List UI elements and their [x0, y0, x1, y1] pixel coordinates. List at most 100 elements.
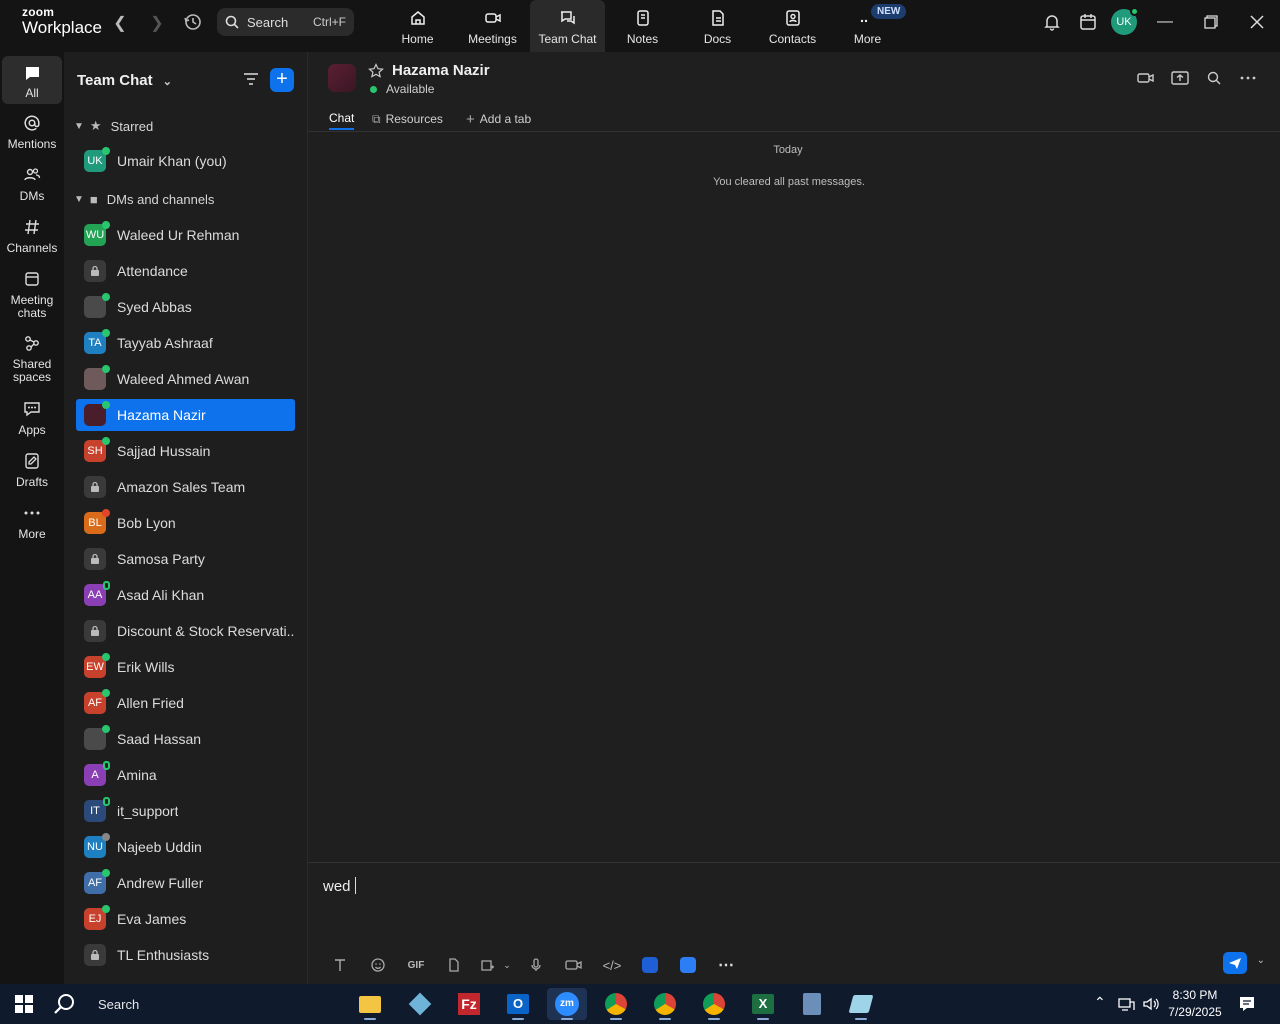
send-button[interactable] — [1223, 952, 1247, 974]
restore-button[interactable] — [1188, 15, 1234, 29]
nav-contacts[interactable]: Contacts — [755, 0, 830, 52]
emoji-icon[interactable] — [359, 955, 397, 975]
star-outline-icon[interactable] — [368, 63, 384, 79]
starred-item[interactable]: UK Umair Khan (you) — [76, 145, 295, 177]
user-avatar-button[interactable]: UK — [1106, 7, 1142, 35]
nav-meetings[interactable]: Meetings — [455, 0, 530, 52]
dm-item[interactable]: Syed Abbas — [76, 291, 295, 323]
top-right-icons: UK — — [1034, 0, 1280, 44]
format-text-icon[interactable] — [321, 955, 359, 975]
volume-icon[interactable] — [1142, 996, 1160, 1012]
dm-item[interactable]: Samosa Party — [76, 543, 295, 575]
taskbar-search[interactable]: Search — [52, 984, 139, 1024]
send-options-icon[interactable]: ⌄ — [1257, 955, 1265, 966]
outlook-icon[interactable]: O — [498, 988, 538, 1020]
chrome-profile2-icon[interactable] — [694, 988, 734, 1020]
minimize-button[interactable]: — — [1142, 13, 1188, 31]
share-screen-icon[interactable] — [1170, 68, 1190, 88]
dm-item[interactable]: BL Bob Lyon — [76, 507, 295, 539]
zoom-app-icon[interactable] — [669, 955, 707, 975]
video-message-icon[interactable] — [555, 955, 593, 975]
contact-name: Hazama Nazir — [117, 407, 206, 423]
dm-item[interactable]: IT it_support — [76, 795, 295, 827]
rail-channels[interactable]: Channels — [2, 218, 62, 262]
message-composer[interactable]: wed GIF ⌄ </> ⋯ ⌄ — [308, 862, 1280, 984]
microphone-icon[interactable] — [517, 955, 555, 975]
rail-dms[interactable]: DMs — [2, 166, 62, 210]
app-shortcut-icon[interactable] — [631, 955, 669, 975]
dm-item[interactable]: TA Tayyab Ashraaf — [76, 327, 295, 359]
rail-apps[interactable]: Apps — [2, 400, 62, 444]
dm-item[interactable]: Discount & Stock Reservati... — [76, 615, 295, 647]
dm-item[interactable]: AF Allen Fried — [76, 687, 295, 719]
rail-all[interactable]: All — [2, 56, 62, 104]
contact-avatar[interactable] — [328, 64, 356, 92]
tab-add[interactable]: + Add a tab — [466, 108, 531, 130]
windows-start-icon[interactable] — [15, 995, 33, 1013]
starred-section-header[interactable]: ▼ ★ Starred — [74, 118, 153, 134]
sidebar-title[interactable]: Team Chat ⌄ — [77, 72, 172, 89]
search-icon[interactable] — [1204, 68, 1224, 88]
filezilla-icon[interactable]: Fz — [449, 988, 489, 1020]
filter-icon[interactable] — [242, 70, 260, 93]
back-arrow-icon[interactable]: ❮ — [110, 14, 130, 34]
dm-item[interactable]: Saad Hassan — [76, 723, 295, 755]
forward-arrow-icon[interactable]: ❯ — [147, 14, 167, 34]
code-snippet-icon[interactable]: </> — [593, 955, 631, 975]
dm-item[interactable]: EJ Eva James — [76, 903, 295, 935]
dm-item[interactable]: TL Enthusiasts — [76, 939, 295, 971]
file-icon[interactable] — [435, 955, 473, 975]
network-icon[interactable] — [1118, 996, 1136, 1012]
nav-docs[interactable]: Docs — [680, 0, 755, 52]
contact-name: Umair Khan (you) — [117, 153, 227, 169]
notepad-icon[interactable] — [841, 988, 881, 1020]
dm-item[interactable]: Waleed Ahmed Awan — [76, 363, 295, 395]
nav-more[interactable]: NEW More — [830, 0, 907, 52]
rail-meeting-chats[interactable]: Meeting chats — [2, 270, 62, 326]
notification-center-icon[interactable] — [1238, 995, 1256, 1013]
dm-item[interactable]: Attendance — [76, 255, 295, 287]
new-chat-button[interactable]: + — [270, 68, 294, 92]
show-hidden-icons[interactable]: ⌃ — [1094, 994, 1106, 1011]
message-input[interactable]: wed — [323, 877, 356, 895]
search-box[interactable]: Search Ctrl+F — [217, 8, 354, 36]
app-diamond-icon[interactable] — [400, 988, 440, 1020]
more-options-icon[interactable] — [1238, 68, 1258, 88]
tab-resources[interactable]: ⧉ Resources — [372, 108, 443, 130]
screenshot-icon[interactable]: ⌄ — [473, 955, 517, 975]
dms-section-header[interactable]: ▼ ■ DMs and channels — [74, 192, 214, 207]
zoom-app-icon[interactable]: zm — [547, 988, 587, 1020]
excel-icon[interactable]: X — [743, 988, 783, 1020]
nav-team-chat[interactable]: Team Chat — [530, 0, 605, 52]
dm-item[interactable]: AA Asad Ali Khan — [76, 579, 295, 611]
nav-home[interactable]: Home — [380, 0, 455, 52]
video-call-icon[interactable] — [1136, 68, 1156, 88]
calculator-icon[interactable] — [792, 988, 832, 1020]
nav-notes[interactable]: Notes — [605, 0, 680, 52]
chrome-profile-icon[interactable] — [645, 988, 685, 1020]
system-clock[interactable]: 8:30 PM 7/29/2025 — [1162, 987, 1228, 1021]
dm-item[interactable]: EW Erik Wills — [76, 651, 295, 683]
bell-icon[interactable] — [1034, 13, 1070, 31]
dm-item[interactable]: WU Waleed Ur Rehman — [76, 219, 295, 251]
history-icon[interactable] — [183, 12, 205, 34]
more-tools-icon[interactable]: ⋯ — [707, 955, 745, 975]
gif-icon[interactable]: GIF — [397, 955, 435, 975]
file-explorer-icon[interactable] — [350, 988, 390, 1020]
rail-drafts[interactable]: Drafts — [2, 452, 62, 496]
contact-name[interactable]: Hazama Nazir — [392, 62, 490, 79]
dm-item[interactable]: A Amina — [76, 759, 295, 791]
contact-name: Eva James — [117, 911, 187, 927]
chrome-icon[interactable] — [596, 988, 636, 1020]
dm-item[interactable]: Hazama Nazir — [76, 399, 295, 431]
calendar-app-icon[interactable] — [1070, 13, 1106, 31]
dm-item[interactable]: AF Andrew Fuller — [76, 867, 295, 899]
dm-item[interactable]: NU Najeeb Uddin — [76, 831, 295, 863]
rail-more[interactable]: More — [2, 504, 62, 548]
close-button[interactable] — [1234, 15, 1280, 29]
rail-shared-spaces[interactable]: Shared spaces — [2, 334, 62, 390]
tab-chat[interactable]: Chat — [329, 108, 355, 130]
rail-mentions[interactable]: Mentions — [2, 114, 62, 158]
dm-item[interactable]: Amazon Sales Team — [76, 471, 295, 503]
dm-item[interactable]: SH Sajjad Hussain — [76, 435, 295, 467]
